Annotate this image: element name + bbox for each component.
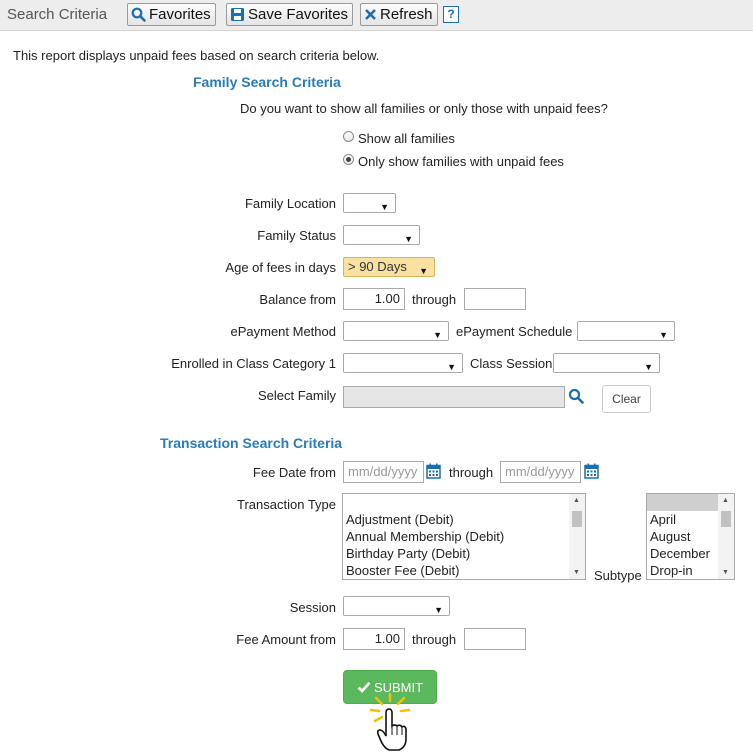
clear-button[interactable]: Clear [602, 385, 651, 413]
select-family-input[interactable] [343, 386, 565, 408]
intro-text: This report displays unpaid fees based o… [13, 48, 380, 63]
search-icon[interactable] [568, 388, 584, 404]
calendar-icon[interactable] [426, 463, 441, 479]
fee-date-from-input[interactable]: mm/dd/yyyy [343, 461, 424, 483]
fee-amount-from-input[interactable]: 1.00 [343, 628, 405, 650]
favorites-label: Favorites [149, 6, 211, 23]
show-all-label: Show all families [358, 131, 455, 146]
show-all-radio[interactable] [343, 131, 354, 142]
refresh-button[interactable]: Refresh [360, 3, 438, 26]
unpaid-only-radio[interactable] [343, 154, 354, 165]
transaction-type-scrollbar[interactable]: ▲ ▼ [569, 494, 585, 579]
transaction-type-label: Transaction Type [237, 497, 336, 512]
transaction-type-listbox[interactable]: Adjustment (Debit) Annual Membership (De… [342, 493, 586, 580]
scroll-up-icon: ▲ [722, 497, 729, 504]
scroll-down-icon: ▼ [573, 569, 580, 576]
class-session-label: Class Session [470, 356, 553, 371]
age-of-fees-select[interactable]: > 90 Days ▼ [343, 257, 435, 277]
balance-through-label: through [412, 292, 457, 307]
fee-amount-to-input[interactable] [464, 628, 526, 650]
chevron-down-icon: ▼ [433, 330, 442, 340]
family-question: Do you want to show all families or only… [240, 101, 608, 116]
fee-amount-label: Fee Amount from [236, 632, 336, 647]
list-item[interactable]: Booster Fee (Debit) [343, 562, 585, 579]
select-family-label: Select Family [257, 388, 336, 403]
unpaid-only-label: Only show families with unpaid fees [358, 154, 564, 169]
list-item[interactable]: Annual Membership (Debit) [343, 528, 585, 545]
refresh-label: Refresh [380, 6, 433, 23]
list-item[interactable]: Birthday Party (Debit) [343, 545, 585, 562]
balance-from-input[interactable]: 1.00 [343, 288, 405, 310]
save-icon [231, 8, 244, 21]
toolbar: Search Criteria Favorites Save Favorites… [0, 0, 753, 31]
epayment-method-label: ePayment Method [230, 324, 336, 339]
scroll-up-icon: ▲ [573, 497, 580, 504]
family-status-label: Family Status [257, 228, 336, 243]
chevron-down-icon: ▼ [447, 362, 456, 372]
fee-date-to-input[interactable]: mm/dd/yyyy [500, 461, 581, 483]
family-section-title: Family Search Criteria [193, 74, 341, 90]
chevron-down-icon: ▼ [404, 234, 413, 244]
list-item-selected[interactable] [647, 494, 718, 511]
fee-date-through-label: through [449, 465, 494, 480]
session-select[interactable]: ▼ [343, 596, 450, 616]
help-icon[interactable]: ? [443, 6, 459, 23]
subtype-listbox[interactable]: April August December Drop-in ▲ ▼ [646, 493, 735, 580]
class-category-select[interactable]: ▼ [343, 353, 463, 373]
subtype-scrollbar[interactable]: ▲ ▼ [718, 494, 734, 579]
balance-from-label: Balance from [259, 292, 336, 307]
calendar-icon[interactable] [584, 463, 599, 479]
chevron-down-icon: ▼ [659, 330, 668, 340]
epayment-method-select[interactable]: ▼ [343, 321, 449, 341]
hand-cursor-icon [369, 693, 411, 751]
close-x-icon [365, 9, 376, 20]
session-label: Session [289, 600, 336, 615]
class-session-select[interactable]: ▼ [553, 353, 660, 373]
toolbar-title: Search Criteria [7, 6, 108, 23]
epayment-schedule-label: ePayment Schedule [456, 324, 573, 339]
checkmark-icon [357, 681, 371, 693]
subtype-label: Subtype [594, 568, 642, 583]
family-location-select[interactable]: ▼ [343, 193, 396, 213]
save-favorites-button[interactable]: Save Favorites [226, 3, 354, 26]
class-category-label: Enrolled in Class Category 1 [171, 356, 336, 371]
favorites-button[interactable]: Favorites [127, 3, 216, 26]
age-of-fees-label: Age of fees in days [225, 260, 336, 275]
search-icon [131, 7, 146, 22]
fee-date-label: Fee Date from [252, 465, 336, 480]
save-favorites-label: Save Favorites [248, 6, 349, 23]
chevron-down-icon: ▼ [419, 266, 428, 276]
family-location-label: Family Location [244, 196, 336, 211]
epayment-schedule-select[interactable]: ▼ [577, 321, 675, 341]
transaction-section-title: Transaction Search Criteria [160, 435, 343, 451]
scroll-down-icon: ▼ [722, 569, 729, 576]
family-status-select[interactable]: ▼ [343, 225, 420, 245]
chevron-down-icon: ▼ [380, 202, 389, 212]
balance-to-input[interactable] [464, 288, 526, 310]
chevron-down-icon: ▼ [644, 362, 653, 372]
fee-amount-through-label: through [412, 632, 457, 647]
list-item-blank[interactable] [343, 494, 585, 511]
chevron-down-icon: ▼ [434, 605, 443, 615]
list-item[interactable]: Adjustment (Debit) [343, 511, 585, 528]
